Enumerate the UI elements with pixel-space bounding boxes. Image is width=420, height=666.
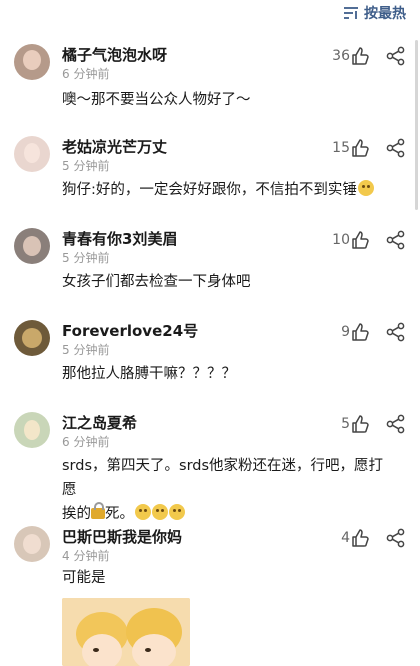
emoji-icon <box>169 504 185 520</box>
thumbs-up-icon[interactable] <box>350 138 370 162</box>
comment-text-body: 狗仔:好的，一定会好好跟你，不信拍不到实锤 <box>62 182 357 198</box>
comment-text-part: 挨的 <box>62 506 91 522</box>
emoji-icon <box>152 504 168 520</box>
comment-text: 女孩子们都去检查一下身体吧 <box>62 274 251 290</box>
sort-hot-button[interactable]: 按最热 <box>343 3 406 23</box>
comment-time: 5 分钟前 <box>62 343 110 357</box>
like-count: 36 <box>332 48 350 64</box>
share-icon[interactable] <box>386 528 406 552</box>
comment-text: 可能是 <box>62 570 106 586</box>
comment-time: 5 分钟前 <box>62 159 110 173</box>
lock-icon <box>91 502 105 519</box>
comment-username[interactable]: 巴斯巴斯我是你妈 <box>62 526 182 547</box>
thumbs-up-icon[interactable] <box>350 322 370 346</box>
comment-username[interactable]: 老姑凉光芒万丈 <box>62 136 167 157</box>
emoji-icon <box>357 180 374 196</box>
thumbs-up-icon[interactable] <box>350 414 370 438</box>
comment-text: srds，第四天了。srds他家粉还在迷，行吧，愿打愿 挨的 死。 <box>62 454 394 526</box>
like-count: 5 <box>341 416 350 432</box>
share-icon[interactable] <box>386 230 406 254</box>
avatar[interactable] <box>14 412 50 448</box>
avatar[interactable] <box>14 44 50 80</box>
comment-text: 狗仔:好的，一定会好好跟你，不信拍不到实锤 <box>62 178 394 202</box>
comment-text-line: srds，第四天了。srds他家粉还在迷，行吧，愿打愿 <box>62 458 384 498</box>
comment-username[interactable]: 橘子气泡泡水呀 <box>62 44 167 65</box>
share-icon[interactable] <box>386 322 406 346</box>
comment-time: 5 分钟前 <box>62 251 110 265</box>
thumbs-up-icon[interactable] <box>350 230 370 254</box>
comment-username[interactable]: Foreverlove24号 <box>62 320 198 341</box>
avatar[interactable] <box>14 320 50 356</box>
share-icon[interactable] <box>386 138 406 162</box>
thumbs-up-icon[interactable] <box>350 528 370 552</box>
like-count: 9 <box>341 324 350 340</box>
emoji-icon <box>135 504 151 520</box>
like-count: 15 <box>332 140 350 156</box>
avatar[interactable] <box>14 136 50 172</box>
comment-text: 噢～那不要当公众人物好了～ <box>62 92 251 108</box>
comment-time: 4 分钟前 <box>62 549 110 563</box>
like-count: 4 <box>341 530 350 546</box>
share-icon[interactable] <box>386 414 406 438</box>
scrollbar[interactable] <box>415 40 418 210</box>
comment-text-part: 死。 <box>105 506 134 522</box>
comment-image[interactable] <box>62 598 190 666</box>
comment-username[interactable]: 青春有你3刘美眉 <box>62 228 177 249</box>
sort-bar: 按最热 <box>0 0 420 26</box>
share-icon[interactable] <box>386 46 406 70</box>
comment-username[interactable]: 江之岛夏希 <box>62 412 137 433</box>
thumbs-up-icon[interactable] <box>350 46 370 70</box>
sort-icon <box>343 6 359 20</box>
comment-text: 那他拉人胳膊干嘛？？？？ <box>62 366 236 382</box>
avatar[interactable] <box>14 526 50 562</box>
like-count: 10 <box>332 232 350 248</box>
avatar[interactable] <box>14 228 50 264</box>
sort-label: 按最热 <box>364 6 406 22</box>
comment-time: 6 分钟前 <box>62 67 110 81</box>
comment-time: 6 分钟前 <box>62 435 110 449</box>
comment-text-line: 挨的 死。 <box>62 502 394 526</box>
